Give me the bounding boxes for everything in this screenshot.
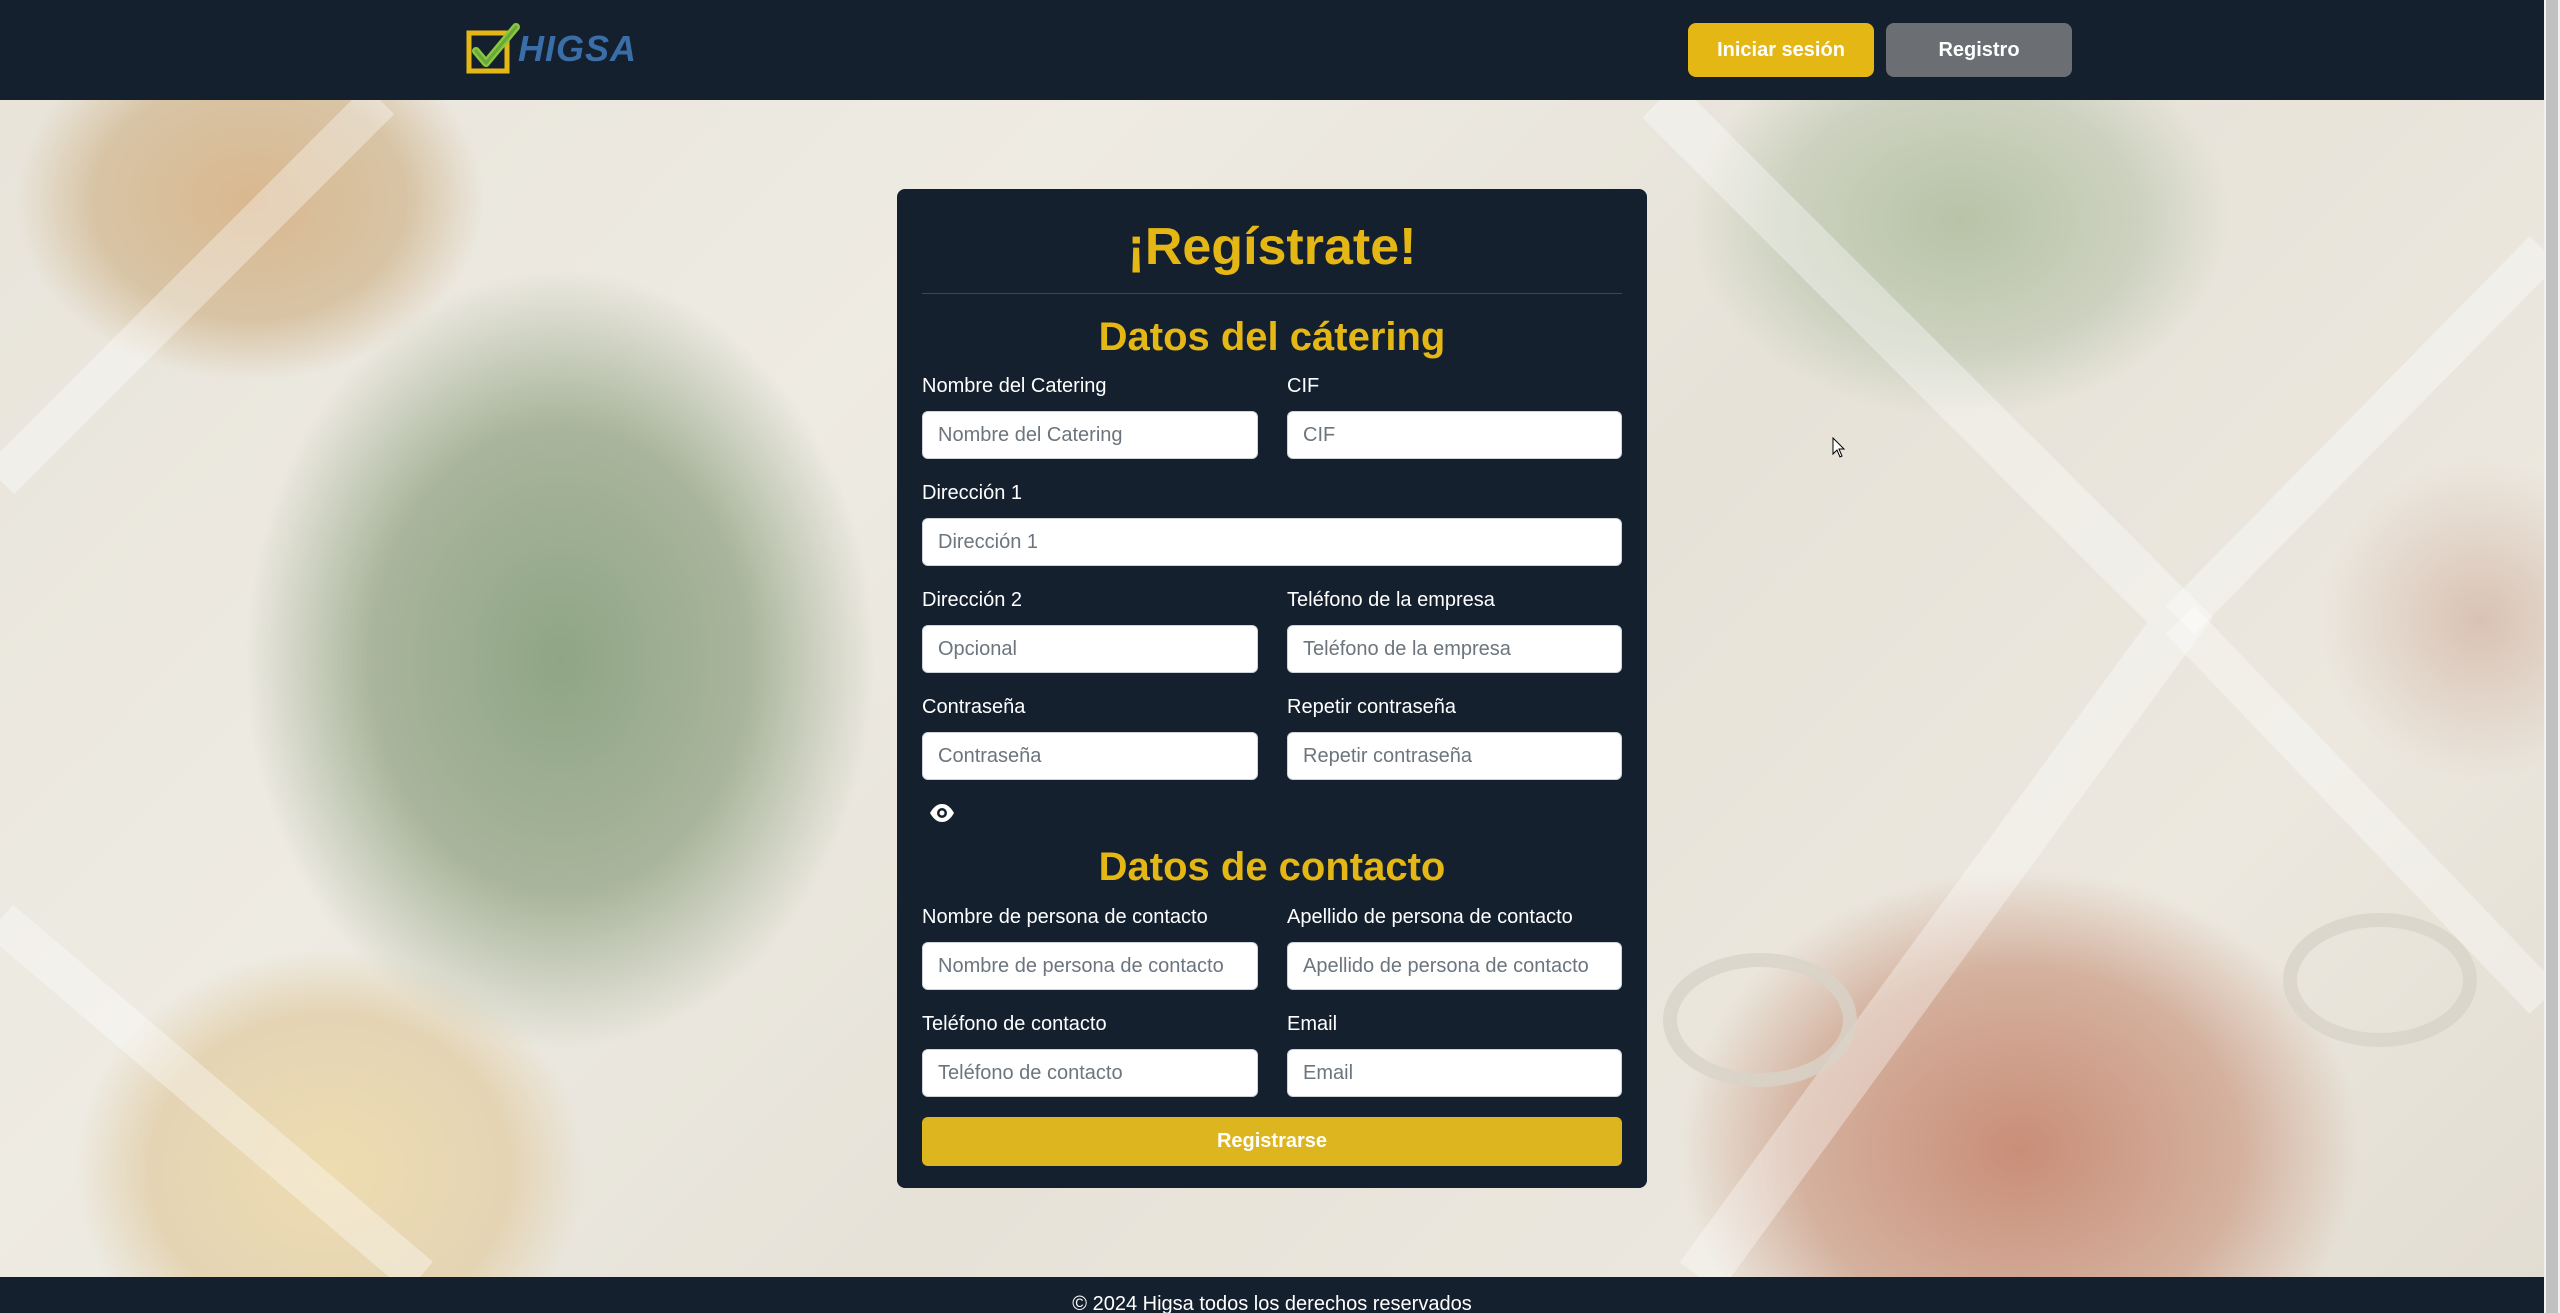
contact-name-label: Nombre de persona de contacto	[922, 906, 1208, 928]
brand-name: HIGSA	[518, 28, 638, 69]
registration-card: ¡Regístrate! Datos del cátering Nombre d…	[897, 189, 1647, 1188]
cif-input[interactable]	[1287, 411, 1622, 459]
address2-input[interactable]	[922, 625, 1258, 673]
footer: © 2024 Higsa todos los derechos reservad…	[0, 1277, 2544, 1313]
email-input[interactable]	[1287, 1049, 1622, 1097]
address1-label: Dirección 1	[922, 482, 1023, 504]
address1-input[interactable]	[922, 518, 1622, 566]
section-title-contact: Datos de contacto	[1098, 845, 1446, 889]
company-phone-input[interactable]	[1287, 625, 1622, 673]
password-label: Contraseña	[922, 696, 1026, 718]
brand-logo[interactable]: HIGSA	[466, 22, 636, 76]
contact-phone-label: Teléfono de contacto	[922, 1013, 1107, 1035]
contact-surname-input[interactable]	[1287, 942, 1622, 990]
repeat-password-label: Repetir contraseña	[1287, 696, 1456, 718]
copyright-text: © 2024 Higsa todos los derechos reservad…	[1072, 1293, 1472, 1313]
section-title-catering: Datos del cátering	[1098, 315, 1446, 359]
page-title: ¡Regístrate!	[1127, 218, 1417, 276]
address2-label: Dirección 2	[922, 589, 1023, 611]
submit-register-button[interactable]: Registrarse	[922, 1117, 1622, 1166]
cif-label: CIF	[1287, 375, 1320, 397]
login-button[interactable]: Iniciar sesión	[1688, 23, 1874, 77]
contact-surname-label: Apellido de persona de contacto	[1287, 906, 1573, 928]
contact-name-input[interactable]	[922, 942, 1258, 990]
scrollbar-thumb[interactable]	[2546, 0, 2558, 1313]
register-nav-button[interactable]: Registro	[1886, 23, 2072, 77]
email-label: Email	[1287, 1013, 1338, 1035]
contact-phone-input[interactable]	[922, 1049, 1258, 1097]
top-navbar: HIGSA Iniciar sesión Registro	[0, 0, 2544, 100]
show-password-eye-icon[interactable]	[929, 800, 955, 826]
company-phone-label: Teléfono de la empresa	[1287, 589, 1495, 611]
mouse-cursor-icon	[1832, 436, 1846, 459]
title-divider	[922, 293, 1622, 294]
catering-name-input[interactable]	[922, 411, 1258, 459]
catering-name-label: Nombre del Catering	[922, 375, 1107, 397]
repeat-password-input[interactable]	[1287, 732, 1622, 780]
checkmark-logo-icon	[466, 23, 520, 75]
password-input[interactable]	[922, 732, 1258, 780]
